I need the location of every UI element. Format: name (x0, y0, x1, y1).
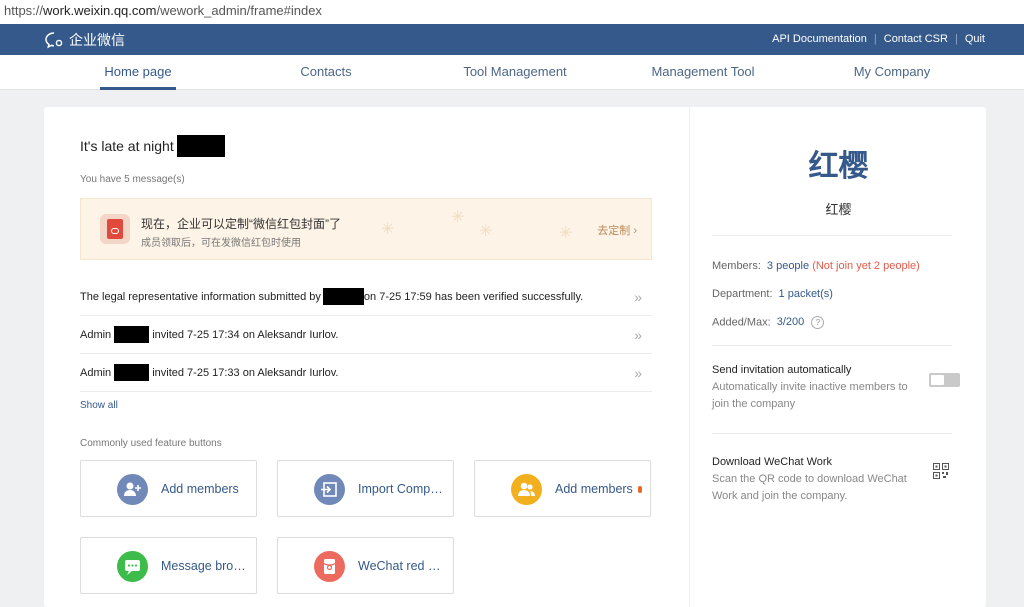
message-text: The legal representative information sub… (80, 290, 321, 303)
divider: | (873, 33, 877, 45)
header-links: API Documentation | Contact CSR | Quit (772, 33, 985, 45)
members-not-joined[interactable]: (Not join yet 2 people) (812, 260, 920, 272)
divider (712, 345, 952, 346)
red-packet-icon (100, 214, 130, 244)
stat-label: Added/Max: (712, 316, 771, 329)
auto-invite-toggle[interactable] (929, 373, 960, 387)
greeting-text: It's late at night (80, 138, 174, 154)
company-sidebar: 红樱 红樱 Members: 3 people (Not join yet 2 p… (689, 107, 987, 607)
customize-link[interactable]: 去定制 › (597, 222, 637, 238)
added-max-stat: Added/Max: 3/200 ? (712, 316, 825, 329)
sparkle-icon: ✳ (559, 225, 573, 242)
red-packet-banner[interactable]: ✳ ✳ ✳ ✳ 现在，企业可以定制“微信红包封面”了 成员领取后，可在发微信红包… (80, 198, 652, 260)
wework-logo[interactable]: 企业微信 (44, 30, 125, 50)
divider (712, 235, 952, 236)
tab-management-tool[interactable]: Management Tool (648, 55, 758, 89)
chevron-right-icon: » (634, 327, 642, 343)
top-bar: 企业微信 API Documentation | Contact CSR | Q… (0, 24, 1024, 55)
add-members-button[interactable]: Add members (80, 460, 257, 517)
members-stat: Members: 3 people (Not join yet 2 people) (712, 260, 920, 272)
contact-csr-link[interactable]: Contact CSR (884, 33, 948, 45)
add-members-group-button[interactable]: Add members (474, 460, 651, 517)
url-text[interactable]: https://work.weixin.qq.com/wework_admin/… (4, 3, 322, 18)
message-item[interactable]: Admin invited 7-25 17:33 on Aleksandr Iu… (80, 354, 652, 392)
main-panel: It's late at night You have 5 message(s)… (44, 107, 689, 607)
greeting: It's late at night (80, 135, 225, 157)
department-stat: Department: 1 packet(s) (712, 288, 833, 300)
redacted-name (176, 135, 225, 157)
add-member-icon (117, 474, 148, 505)
divider: | (954, 33, 958, 45)
company-logo-text: 红樱 (808, 150, 869, 183)
sparkle-icon: ✳ (451, 209, 465, 226)
redacted-name (114, 364, 150, 381)
chevron-right-icon: » (634, 365, 642, 381)
message-broadcast-button[interactable]: Message bro… (80, 537, 257, 594)
message-item[interactable]: The legal representative information sub… (80, 278, 652, 316)
redacted-name (114, 326, 150, 343)
feature-label: Import Comp… (358, 482, 443, 496)
message-text: invited 7-25 17:33 on Aleksandr Iurlov. (152, 366, 339, 379)
members-link[interactable]: 3 people (767, 260, 809, 272)
feature-label: Add members (161, 482, 239, 496)
quit-link[interactable]: Quit (965, 33, 985, 45)
chat-bubble-icon (45, 32, 63, 49)
department-link[interactable]: 1 packet(s) (779, 288, 833, 300)
logo-text: 企业微信 (69, 32, 125, 48)
tab-tool-management[interactable]: Tool Management (460, 55, 570, 89)
dashboard-card: It's late at night You have 5 message(s)… (44, 107, 986, 607)
import-company-button[interactable]: Import Comp… (277, 460, 454, 517)
qr-code-icon[interactable] (933, 463, 949, 479)
download-title: Download WeChat Work (712, 456, 833, 468)
added-max-value: 3/200 (776, 316, 805, 329)
tab-my-company[interactable]: My Company (850, 55, 934, 89)
message-item[interactable]: Admin invited 7-25 17:34 on Aleksandr Iu… (80, 316, 652, 354)
tab-contacts[interactable]: Contacts (296, 55, 356, 89)
wechat-red-packet-button[interactable]: WeChat red … (277, 537, 454, 594)
message-text: Admin (80, 328, 112, 341)
message-text: invited 7-25 17:34 on Aleksandr Iurlov. (152, 328, 339, 341)
feature-label: Message bro… (161, 559, 246, 573)
help-icon[interactable]: ? (811, 316, 825, 329)
chevron-right-icon: » (634, 289, 642, 305)
notification-dot (638, 486, 642, 493)
show-all-link[interactable]: Show all (80, 400, 118, 411)
feature-label: WeChat red … (358, 559, 441, 573)
feature-label: Add members (555, 482, 633, 496)
features-label: Commonly used feature buttons (80, 438, 222, 449)
main-nav: Home page Contacts Tool Management Manag… (0, 55, 1024, 90)
message-count: You have 5 message(s) (80, 174, 185, 185)
address-bar[interactable]: https://work.weixin.qq.com/wework_admin/… (0, 0, 1024, 25)
sparkle-icon: ✳ (479, 223, 493, 240)
download-description: Scan the QR code to download WeChat Work… (712, 473, 907, 502)
message-text: on 7-25 17:59 has been verified successf… (363, 290, 584, 303)
message-text: Admin (80, 366, 112, 379)
import-icon (314, 474, 345, 505)
message-broadcast-icon (117, 551, 148, 582)
stat-label: Department: (712, 288, 773, 300)
add-members-group-icon (511, 474, 542, 505)
banner-subtitle: 成员领取后，可在发微信红包时使用 (141, 238, 301, 249)
redacted-name (322, 288, 364, 305)
tab-home-page[interactable]: Home page (100, 55, 176, 90)
auto-invite-description: Automatically invite inactive members to… (712, 381, 908, 410)
company-name: 红樱 (825, 202, 852, 217)
red-packet-icon (314, 551, 345, 582)
stat-label: Members: (712, 260, 761, 272)
banner-title: 现在，企业可以定制“微信红包封面”了 (141, 217, 341, 231)
divider (712, 433, 952, 434)
api-documentation-link[interactable]: API Documentation (772, 33, 867, 45)
auto-invite-title: Send invitation automatically (712, 364, 852, 376)
sparkle-icon: ✳ (381, 221, 395, 238)
